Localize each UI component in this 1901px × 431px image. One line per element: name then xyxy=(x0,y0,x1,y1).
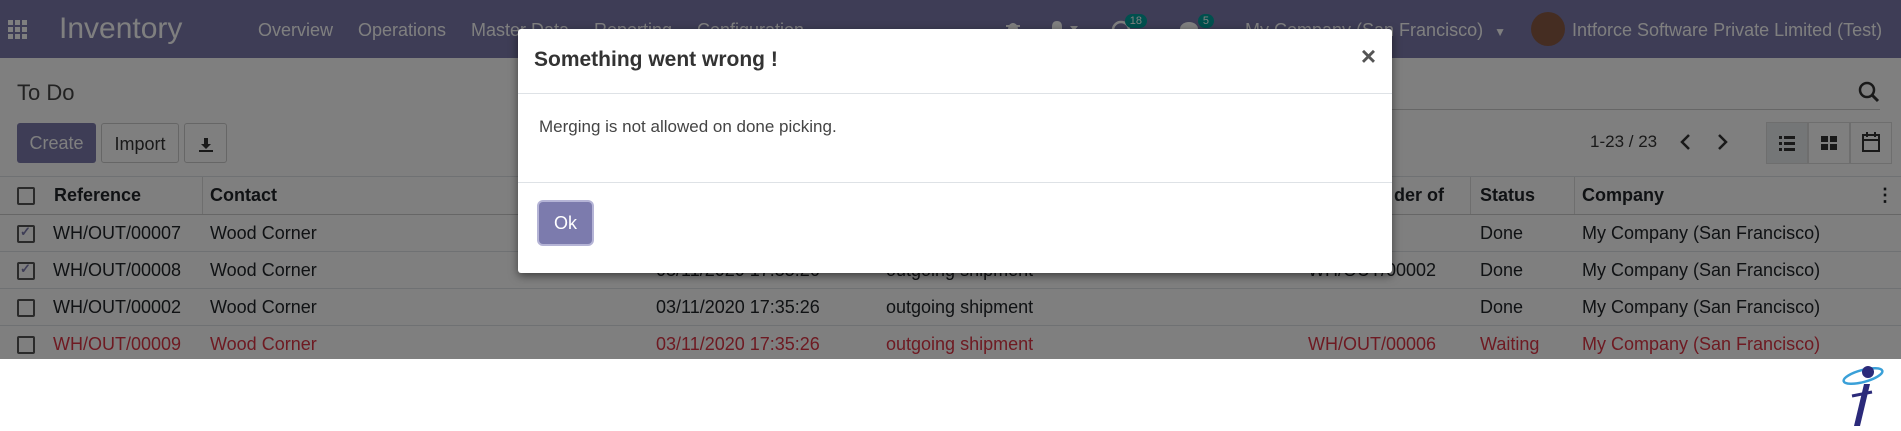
close-icon[interactable]: × xyxy=(1361,41,1376,72)
dialog-body: Merging is not allowed on done picking. xyxy=(518,94,1392,183)
dialog-message: Merging is not allowed on done picking. xyxy=(539,117,837,136)
error-dialog: Something went wrong ! × Merging is not … xyxy=(518,29,1392,273)
ok-button[interactable]: Ok xyxy=(539,202,592,244)
inventory-app: Inventory Overview Operations Master Dat… xyxy=(0,0,1901,359)
dialog-title: Something went wrong ! xyxy=(534,48,778,71)
modal-backdrop[interactable]: Something went wrong ! × Merging is not … xyxy=(0,0,1901,359)
dialog-header: Something went wrong ! × xyxy=(518,29,1392,94)
brand-logo xyxy=(1842,366,1884,426)
